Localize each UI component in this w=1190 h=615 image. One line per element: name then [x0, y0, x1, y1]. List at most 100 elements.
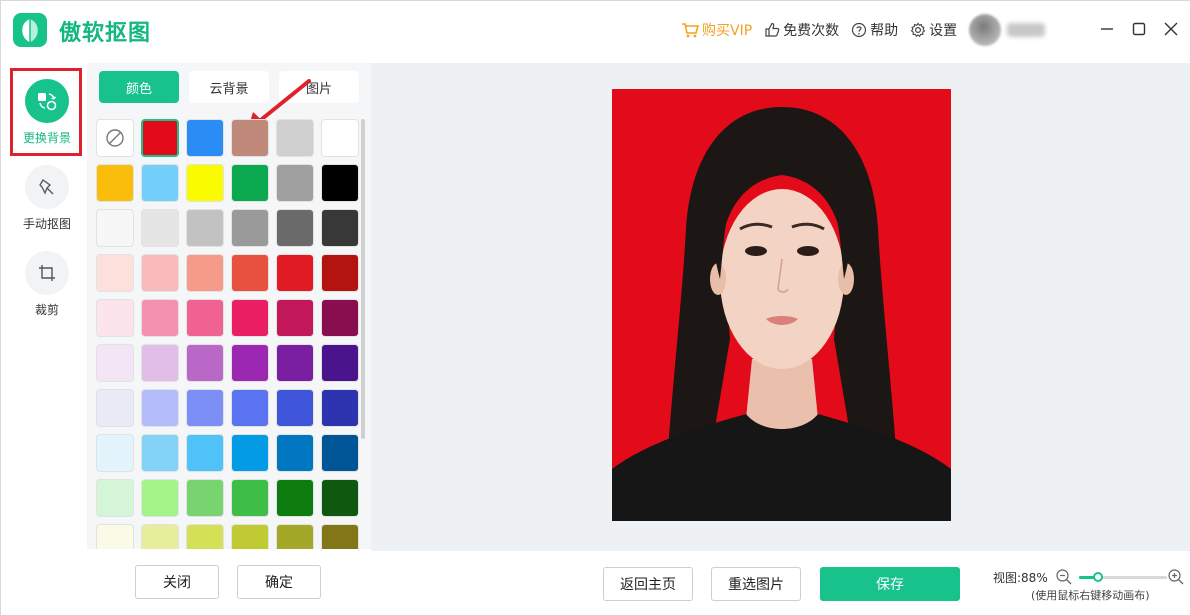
background-tabs: 颜色 云背景 图片 — [99, 71, 359, 103]
color-swatch[interactable] — [321, 299, 359, 337]
help-icon — [852, 22, 867, 38]
help-label: 帮助 — [870, 23, 899, 39]
color-swatch[interactable] — [186, 434, 224, 472]
brush-icon — [25, 165, 69, 209]
zoom-slider[interactable] — [1079, 572, 1167, 582]
confirm-button[interactable]: 确定 — [237, 565, 321, 599]
color-swatch[interactable] — [321, 344, 359, 382]
color-swatch[interactable] — [186, 164, 224, 202]
color-swatch[interactable] — [96, 434, 134, 472]
color-swatch[interactable] — [141, 119, 179, 157]
title-bar: 傲软抠图 购买VIP 免费次数 帮助 设置 — [1, 1, 1190, 63]
color-swatch[interactable] — [141, 479, 179, 517]
color-swatch[interactable] — [186, 209, 224, 247]
color-swatch[interactable] — [321, 479, 359, 517]
color-swatch[interactable] — [186, 389, 224, 427]
color-swatch[interactable] — [321, 119, 359, 157]
color-swatch[interactable] — [231, 119, 269, 157]
zoom-hint: (使用鼠标右键移动画布) — [1031, 589, 1150, 602]
color-swatch[interactable] — [276, 209, 314, 247]
color-swatch[interactable] — [96, 254, 134, 292]
color-swatch[interactable] — [231, 254, 269, 292]
color-swatch[interactable] — [276, 254, 314, 292]
zoom-slider-handle[interactable] — [1092, 572, 1103, 582]
zoom-level-label: 视图:88% — [993, 571, 1048, 585]
color-swatch[interactable] — [141, 344, 179, 382]
color-swatch[interactable] — [231, 164, 269, 202]
color-swatch[interactable] — [231, 434, 269, 472]
color-swatch[interactable] — [186, 479, 224, 517]
color-swatch[interactable] — [276, 299, 314, 337]
maximize-button[interactable] — [1127, 17, 1151, 41]
zoom-in-icon[interactable] — [1167, 568, 1185, 586]
user-avatar[interactable] — [969, 14, 1002, 46]
color-swatch[interactable] — [141, 254, 179, 292]
swatch-scrollbar[interactable] — [361, 119, 365, 439]
tool-manual-cutout[interactable]: 手动抠图 — [11, 165, 83, 232]
no-color-icon — [106, 129, 124, 147]
preview-canvas[interactable] — [371, 63, 1190, 551]
swatch-none[interactable] — [96, 119, 134, 157]
color-swatch[interactable] — [186, 254, 224, 292]
save-button[interactable]: 保存 — [820, 567, 960, 601]
back-home-button[interactable]: 返回主页 — [603, 567, 693, 601]
color-swatch[interactable] — [276, 434, 314, 472]
tool-crop[interactable]: 裁剪 — [11, 251, 83, 318]
close-window-button[interactable] — [1159, 17, 1183, 41]
color-swatch[interactable] — [231, 299, 269, 337]
gear-icon — [910, 22, 926, 38]
tab-color[interactable]: 颜色 — [99, 71, 179, 103]
color-swatch[interactable] — [321, 434, 359, 472]
free-count-link[interactable]: 免费次数 — [764, 20, 839, 40]
color-swatch[interactable] — [186, 119, 224, 157]
settings-label: 设置 — [929, 23, 958, 39]
color-swatch[interactable] — [276, 119, 314, 157]
tool-rail: 更换背景 手动抠图 裁剪 — [1, 63, 87, 615]
reselect-image-button[interactable]: 重选图片 — [711, 567, 801, 601]
color-swatch[interactable] — [141, 389, 179, 427]
panel-footer: 关闭 确定 — [87, 549, 371, 615]
color-swatch[interactable] — [276, 344, 314, 382]
buy-vip-link[interactable]: 购买VIP — [681, 20, 752, 40]
color-swatch[interactable] — [276, 479, 314, 517]
color-swatch[interactable] — [141, 434, 179, 472]
tool-label: 手动抠图 — [22, 217, 71, 231]
color-swatch[interactable] — [96, 479, 134, 517]
color-swatch[interactable] — [141, 209, 179, 247]
color-swatch[interactable] — [96, 344, 134, 382]
color-swatch[interactable] — [321, 164, 359, 202]
color-swatch[interactable] — [186, 344, 224, 382]
color-swatch[interactable] — [276, 389, 314, 427]
app-window: 傲软抠图 购买VIP 免费次数 帮助 设置 更换背景 手动抠图 裁剪 颜色 云背… — [0, 0, 1190, 615]
settings-link[interactable]: 设置 — [910, 20, 957, 40]
color-swatch[interactable] — [231, 389, 269, 427]
color-swatch[interactable] — [276, 164, 314, 202]
color-swatch[interactable] — [231, 479, 269, 517]
annotation-highlight-box — [10, 68, 82, 156]
header-actions: 购买VIP 免费次数 帮助 设置 — [681, 14, 1046, 46]
help-link[interactable]: 帮助 — [851, 20, 898, 40]
portrait-photo — [612, 89, 951, 521]
color-swatch[interactable] — [231, 209, 269, 247]
color-swatch[interactable] — [321, 254, 359, 292]
app-title: 傲软抠图 — [59, 21, 152, 46]
color-swatch[interactable] — [186, 299, 224, 337]
zoom-out-icon[interactable] — [1055, 568, 1073, 586]
close-button[interactable]: 关闭 — [135, 565, 219, 599]
color-swatch[interactable] — [96, 164, 134, 202]
color-swatch[interactable] — [96, 389, 134, 427]
color-swatch[interactable] — [231, 344, 269, 382]
color-swatch[interactable] — [141, 164, 179, 202]
close-icon — [1164, 22, 1178, 36]
color-swatch[interactable] — [141, 299, 179, 337]
color-swatch[interactable] — [321, 209, 359, 247]
maximize-icon — [1132, 22, 1146, 36]
minimize-button[interactable] — [1095, 17, 1119, 41]
app-logo-icon — [13, 13, 47, 47]
tool-label: 裁剪 — [34, 303, 59, 317]
free-count-label: 免费次数 — [783, 23, 840, 39]
color-swatch[interactable] — [96, 209, 134, 247]
thumbs-up-icon — [765, 22, 780, 37]
color-swatch[interactable] — [96, 299, 134, 337]
color-swatch[interactable] — [321, 389, 359, 427]
